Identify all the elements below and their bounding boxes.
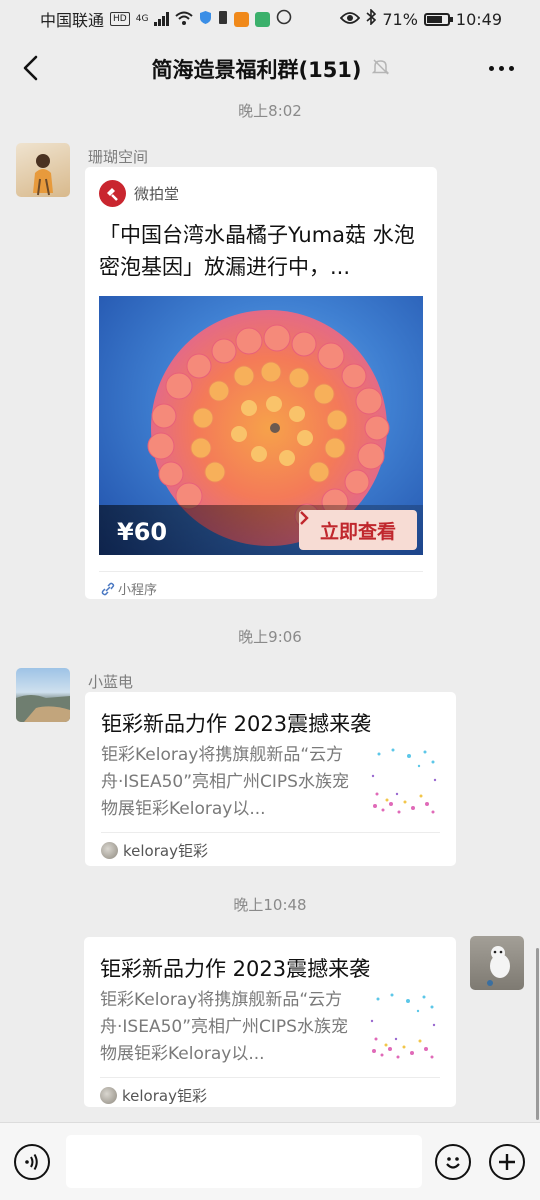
- input-bar: [0, 1122, 540, 1200]
- article-thumbnail: [369, 746, 439, 816]
- bluetooth-icon: [366, 8, 377, 29]
- time-label: 晚上8:02: [238, 102, 302, 120]
- article-title: 钜彩新品力作 2023震撼来袭: [100, 957, 371, 981]
- card-divider: [99, 571, 423, 572]
- more-dots-icon: [488, 65, 494, 71]
- status-left: 中国联通 HD 4G: [40, 7, 292, 31]
- back-arrow-icon: [23, 55, 38, 81]
- battery-percent: 71%: [382, 9, 418, 29]
- article-source: keloray钜彩: [123, 842, 208, 860]
- message-input[interactable]: [66, 1135, 422, 1188]
- circle-icon: [276, 9, 292, 29]
- article-card[interactable]: 钜彩新品力作 2023震撼来袭 钜彩Keloray将携旗舰新品“云方舟·ISEA…: [84, 937, 456, 1107]
- weipaitang-logo-icon: [99, 180, 126, 207]
- price-bar: ¥60 立即查看: [99, 505, 423, 555]
- map-app-icon: [255, 11, 271, 27]
- article-source: keloray钜彩: [122, 1087, 207, 1105]
- chat-scrollbar[interactable]: [536, 948, 539, 1120]
- link-icon: [101, 582, 115, 595]
- mini-program-footer: 小程序: [101, 579, 157, 598]
- mini-program-header: 微拍堂: [99, 180, 179, 207]
- time-label: 晚上10:48: [233, 896, 307, 914]
- chat-title: 简海造景福利群(151): [151, 58, 362, 82]
- video-app-icon: [234, 11, 250, 27]
- sim-icon: [218, 10, 228, 29]
- mini-program-tag: 小程序: [118, 583, 158, 598]
- emoji-icon: [446, 1157, 460, 1169]
- source-avatar-icon: [101, 842, 118, 859]
- view-now-button[interactable]: 立即查看: [299, 510, 417, 550]
- mini-program-source: 微拍堂: [134, 185, 180, 203]
- product-image: ¥60 立即查看: [99, 296, 423, 555]
- article-description: 钜彩Keloray将携旗舰新品“云方舟·ISEA50”亮相广州CIPS水族宠物展…: [101, 745, 349, 819]
- mini-program-card[interactable]: 微拍堂 「中国台湾水晶橘子Yuma菇 水泡 密泡基因」放漏进行中，... ¥60…: [85, 167, 437, 599]
- avatar[interactable]: [16, 143, 70, 197]
- article-source-row: keloray钜彩: [101, 840, 208, 861]
- eye-icon: [340, 10, 361, 29]
- plus-icon: [499, 1154, 515, 1170]
- battery-icon: [423, 12, 453, 26]
- shield-icon: [199, 10, 212, 29]
- sender-name: 小蓝电: [88, 673, 134, 691]
- article-thumbnail: [368, 991, 438, 1061]
- view-now-label: 立即查看: [319, 520, 396, 543]
- chat-title-group: 简海造景福利群(151): [151, 54, 389, 84]
- chat-header: 简海造景福利群(151): [0, 38, 540, 100]
- voice-icon: [25, 1153, 38, 1171]
- wifi-icon: [175, 10, 194, 29]
- back-button[interactable]: [12, 50, 48, 86]
- mute-bell-icon: [371, 58, 389, 80]
- mini-program-title: 「中国台湾水晶橘子Yuma菇 水泡 密泡基因」放漏进行中，...: [99, 223, 415, 279]
- clock-time: 10:49: [455, 9, 502, 29]
- product-price: ¥60: [117, 518, 168, 546]
- avatar[interactable]: [470, 936, 524, 990]
- article-description: 钜彩Keloray将携旗舰新品“云方舟·ISEA50”亮相广州CIPS水族宠物展…: [100, 990, 348, 1064]
- network-type-label: 4G: [135, 13, 149, 24]
- hd-badge: HD: [110, 12, 130, 26]
- plus-button[interactable]: [489, 1144, 525, 1180]
- status-bar: 中国联通 HD 4G 71% 10:49: [0, 0, 540, 38]
- sender-name: 珊瑚空间: [88, 148, 149, 166]
- avatar[interactable]: [16, 668, 70, 722]
- carrier-label: 中国联通: [40, 11, 105, 30]
- signal-icon: [154, 12, 170, 26]
- card-divider: [100, 1077, 440, 1078]
- card-divider: [101, 832, 440, 833]
- status-right: 71% 10:49: [340, 8, 502, 29]
- article-source-row: keloray钜彩: [100, 1085, 207, 1106]
- article-title: 钜彩新品力作 2023震撼来袭: [101, 712, 372, 736]
- more-button[interactable]: [484, 52, 518, 84]
- article-card[interactable]: 钜彩新品力作 2023震撼来袭 钜彩Keloray将携旗舰新品“云方舟·ISEA…: [85, 692, 456, 866]
- time-label: 晚上9:06: [238, 628, 302, 646]
- chevron-right-icon: [300, 511, 309, 525]
- emoji-button[interactable]: [435, 1144, 471, 1180]
- voice-button[interactable]: [14, 1144, 50, 1180]
- source-avatar-icon: [100, 1087, 117, 1104]
